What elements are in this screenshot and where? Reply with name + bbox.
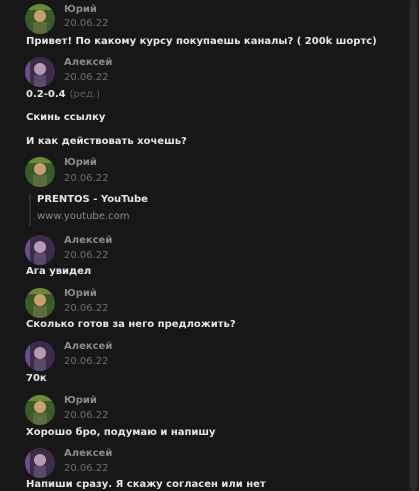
message-date: 20.06.22 [64,72,109,83]
message-date: 20.06.22 [64,18,109,29]
message-text: Скинь ссылку [26,112,106,123]
message-date: 20.06.22 [64,356,109,367]
message-text: Напиши сразу. Я скажу согласен или нет [26,479,266,490]
message-date: 20.06.22 [64,303,109,314]
message-date: 20.06.22 [64,410,109,421]
message-text: И как действовать хочешь? [26,136,187,147]
link-preview-host: www.youtube.com [37,211,130,222]
message-date: 20.06.22 [64,250,109,261]
message-author[interactable]: Алексей [64,448,112,459]
link-preview-title[interactable]: PRENTOS - YouTube [37,194,148,205]
message-text: 0.2-0.4 (ред.) [26,89,100,100]
chat-history: Юрий 20.06.22 Привет! По какому курсу по… [0,0,408,491]
yuri-avatar-icon[interactable] [25,157,55,187]
message-date: 20.06.22 [64,173,109,184]
message-text: 70к [26,373,47,384]
yuri-avatar-icon[interactable] [25,395,55,425]
message-text: Ага увидел [26,266,92,277]
message-text: Хорошо бро, подумаю и напишу [26,427,216,438]
message-author[interactable]: Алексей [64,235,112,246]
message-text: Привет! По какому курсу покупаешь каналы… [26,36,377,47]
yuri-avatar-icon[interactable] [25,288,55,318]
message-author[interactable]: Алексей [64,341,112,352]
aleksey-avatar-icon[interactable] [25,448,55,478]
scrollbar-thumb[interactable] [410,0,417,491]
link-preview[interactable]: PRENTOS - YouTube www.youtube.com [29,194,331,226]
message-author[interactable]: Юрий [64,395,97,406]
edited-label: (ред.) [69,89,100,100]
yuri-avatar-icon[interactable] [25,4,55,34]
aleksey-avatar-icon[interactable] [25,341,55,371]
scrollbar[interactable] [408,0,419,491]
message-author[interactable]: Юрий [64,4,97,15]
message-author[interactable]: Юрий [64,157,97,168]
aleksey-avatar-icon[interactable] [25,235,55,265]
message-text: Сколько готов за него предложить? [26,319,236,330]
message-author[interactable]: Юрий [64,288,97,299]
aleksey-avatar-icon[interactable] [25,57,55,87]
message-date: 20.06.22 [64,463,109,474]
message-author[interactable]: Алексей [64,57,112,68]
